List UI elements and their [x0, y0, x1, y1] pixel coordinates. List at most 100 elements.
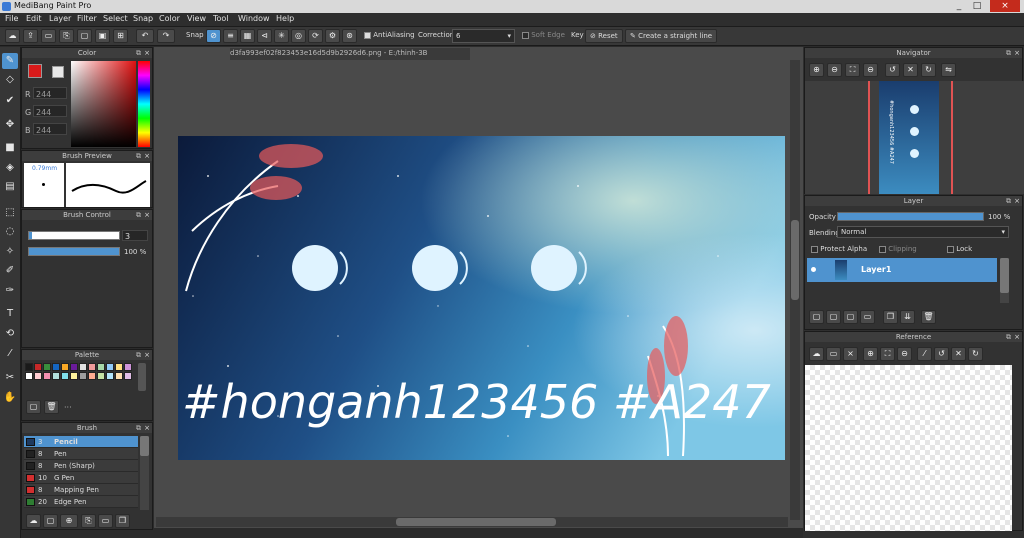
reference-canvas[interactable]: [805, 365, 1012, 531]
new-layer-8bit-icon[interactable]: ▢: [826, 310, 841, 324]
palette-swatch[interactable]: [124, 363, 132, 371]
reference-close-icon[interactable]: ×: [843, 347, 858, 361]
brush-size-slider[interactable]: [28, 231, 120, 240]
palette-swatch[interactable]: [61, 372, 69, 380]
reference-eyedropper-icon[interactable]: ⁄: [917, 347, 932, 361]
zoom-out-icon[interactable]: ⊖: [827, 63, 842, 77]
minimize-button[interactable]: _: [950, 0, 968, 12]
palette-swatch[interactable]: [79, 372, 87, 380]
palette-swatch[interactable]: [70, 363, 78, 371]
brush-copy-icon[interactable]: ⎘: [81, 514, 96, 528]
brush-add-icon[interactable]: ⊕: [60, 514, 78, 528]
redo-icon[interactable]: ↷: [157, 29, 175, 43]
hue-slider[interactable]: [138, 61, 150, 147]
brush-list-item[interactable]: 20 Edge Pen: [24, 496, 138, 508]
document-tab[interactable]: d3fa993ef02f823453e16d5d9b2926d6.png - E…: [230, 48, 470, 60]
palette-swatch[interactable]: [43, 363, 51, 371]
palette-swatch[interactable]: [97, 363, 105, 371]
menu-help[interactable]: Help: [276, 14, 294, 23]
snap-settings-icon[interactable]: ⚙: [325, 29, 340, 43]
maximize-button[interactable]: □: [968, 0, 986, 12]
merge-layer-icon[interactable]: ⇊: [900, 310, 915, 324]
rotate-right-icon[interactable]: ↻: [921, 63, 936, 77]
upload-icon[interactable]: ⇪: [23, 29, 38, 43]
shape-tool-icon[interactable]: ■: [2, 140, 18, 156]
eraser-tool-icon[interactable]: ◇: [2, 72, 18, 88]
artwork-canvas[interactable]: #honganh123456 #A247: [178, 136, 785, 460]
lock-checkbox[interactable]: Lock: [947, 245, 972, 253]
zoom-in-icon[interactable]: ⊕: [809, 63, 824, 77]
reference-rotate-icon[interactable]: ↺: [934, 347, 949, 361]
palette-swatch[interactable]: [52, 372, 60, 380]
brush-duplicate-icon[interactable]: ❐: [115, 514, 130, 528]
reset-button[interactable]: ⊘ Reset: [585, 29, 623, 43]
correction-select[interactable]: 6 ▾: [452, 29, 515, 43]
move-tool-icon[interactable]: ✥: [2, 117, 18, 133]
brush-list-item[interactable]: 8 Mapping Pen: [24, 484, 138, 496]
magic-wand-icon[interactable]: ✧: [2, 244, 18, 260]
eyedropper-icon[interactable]: ⁄: [2, 346, 18, 362]
reference-cloud-icon[interactable]: ☁: [809, 347, 824, 361]
flip-icon[interactable]: ⇋: [941, 63, 956, 77]
snap-grid-icon[interactable]: ▦: [240, 29, 255, 43]
palette-swatch[interactable]: [34, 372, 42, 380]
blending-select[interactable]: Normal ▾: [837, 226, 1009, 238]
palette-swatch[interactable]: [88, 372, 96, 380]
divide-tool-icon[interactable]: ✂: [2, 370, 18, 386]
snap-radial-icon[interactable]: ✳: [274, 29, 289, 43]
operation-tool-icon[interactable]: ⟲: [2, 326, 18, 342]
brush-new-icon[interactable]: ▢: [43, 514, 58, 528]
palette-swatch[interactable]: [25, 372, 33, 380]
new-layer-icon[interactable]: ▢: [809, 310, 824, 324]
snap-parallel-icon[interactable]: ≡: [223, 29, 238, 43]
palette-swatch[interactable]: [52, 363, 60, 371]
gradient-tool-icon[interactable]: ▤: [2, 179, 18, 195]
fill-tool-icon[interactable]: ◈: [2, 160, 18, 176]
brush-list-item[interactable]: 8 Pen (Sharp): [24, 460, 138, 472]
menu-filter[interactable]: Filter: [77, 14, 97, 23]
menu-select[interactable]: Select: [103, 14, 128, 23]
actual-size-icon[interactable]: ⊖: [863, 63, 878, 77]
duplicate-layer-icon[interactable]: ❐: [883, 310, 898, 324]
snap-vanish-icon[interactable]: ⊛: [342, 29, 357, 43]
layer-scrollbar[interactable]: [1000, 258, 1009, 303]
palette-add-icon[interactable]: ▢: [26, 400, 41, 414]
select-pen-icon[interactable]: ✐: [2, 263, 18, 279]
straight-line-button[interactable]: ✎ Create a straight line: [625, 29, 718, 43]
palette-swatch[interactable]: [61, 363, 69, 371]
transparent-swatch[interactable]: [52, 66, 64, 78]
palette-swatch[interactable]: [79, 363, 87, 371]
reference-rotate-right-icon[interactable]: ↻: [968, 347, 983, 361]
layer-row[interactable]: Layer1: [807, 258, 997, 282]
canvas-horizontal-scrollbar[interactable]: [156, 517, 788, 527]
snap-curve-icon[interactable]: ⟳: [308, 29, 323, 43]
close-button[interactable]: ×: [990, 0, 1020, 12]
select-tool-icon[interactable]: ⬚: [2, 205, 18, 221]
text-tool-icon[interactable]: T: [2, 306, 18, 322]
share-icon[interactable]: ⎘: [59, 29, 74, 43]
palette-swatch[interactable]: [43, 372, 51, 380]
brush-list-item[interactable]: 10 G Pen: [24, 472, 138, 484]
palette-swatch[interactable]: [97, 372, 105, 380]
brush-opacity-slider[interactable]: [28, 247, 120, 256]
menu-layer[interactable]: Layer: [49, 14, 71, 23]
reference-fit-window-icon[interactable]: ✕: [951, 347, 966, 361]
new-file-icon[interactable]: ▢: [77, 29, 92, 43]
menu-file[interactable]: File: [5, 14, 18, 23]
fit-window-icon[interactable]: ✕: [903, 63, 918, 77]
palette-swatch[interactable]: [106, 363, 114, 371]
palette-swatch[interactable]: [106, 372, 114, 380]
palette-scrollbar[interactable]: [138, 363, 146, 391]
palette-delete-icon[interactable]: 🗑: [44, 400, 59, 414]
b-input[interactable]: 244: [33, 123, 67, 135]
antialias-toggle[interactable]: AntiAliasing: [364, 31, 415, 39]
menu-tool[interactable]: Tool: [213, 14, 229, 23]
reference-zoom-in-icon[interactable]: ⊕: [863, 347, 878, 361]
canvas-vertical-scrollbar[interactable]: [790, 60, 800, 520]
fit-icon[interactable]: ⛶: [845, 63, 860, 77]
brush-list-item[interactable]: 8 Pen: [24, 448, 138, 460]
layer-visibility-icon[interactable]: [811, 267, 816, 272]
menu-view[interactable]: View: [187, 14, 206, 23]
navigator-preview[interactable]: #honganh123456 #A247: [805, 81, 1024, 194]
save-icon[interactable]: ▣: [95, 29, 110, 43]
